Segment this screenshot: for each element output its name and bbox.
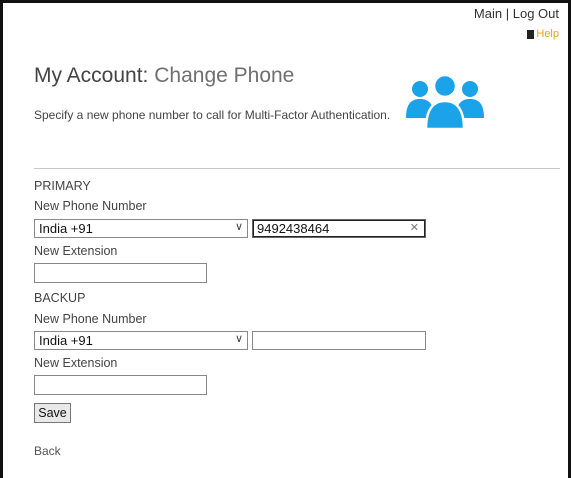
backup-country-select[interactable]: India +91 ∨ bbox=[34, 331, 248, 350]
page-title: My Account: Change Phone bbox=[34, 64, 294, 88]
primary-section-label: PRIMARY bbox=[34, 179, 91, 193]
page-description: Specify a new phone number to call for M… bbox=[34, 108, 391, 122]
backup-extension-label: New Extension bbox=[34, 356, 118, 370]
nav-separator: | bbox=[505, 6, 510, 21]
page-title-main: My Account: bbox=[34, 64, 149, 87]
users-group-icon bbox=[406, 74, 484, 130]
page-title-sub: Change Phone bbox=[154, 64, 295, 87]
backup-phone-label: New Phone Number bbox=[34, 312, 147, 326]
help-icon bbox=[527, 29, 535, 39]
primary-extension-label: New Extension bbox=[34, 244, 118, 258]
chevron-down-icon: ∨ bbox=[234, 333, 243, 345]
backup-country-value: India +91 bbox=[39, 333, 93, 348]
back-link[interactable]: Back bbox=[34, 444, 61, 458]
backup-section-label: BACKUP bbox=[34, 291, 86, 305]
primary-country-value: India +91 bbox=[39, 221, 93, 236]
primary-phone-input[interactable]: 9492438464 ✕ bbox=[252, 219, 426, 238]
close-icon[interactable]: ✕ bbox=[410, 221, 419, 236]
backup-extension-input[interactable] bbox=[34, 375, 207, 395]
logout-link[interactable]: Log Out bbox=[513, 6, 559, 21]
save-button[interactable]: Save bbox=[34, 403, 71, 423]
top-navigation: Main | Log Out bbox=[474, 6, 559, 21]
main-link[interactable]: Main bbox=[474, 6, 502, 21]
section-divider bbox=[34, 168, 560, 169]
help-link[interactable]: Help bbox=[527, 28, 559, 40]
help-label: Help bbox=[536, 28, 559, 40]
chevron-down-icon: ∨ bbox=[234, 221, 243, 233]
primary-phone-label: New Phone Number bbox=[34, 199, 147, 213]
primary-phone-value: 9492438464 bbox=[257, 221, 330, 236]
backup-phone-input[interactable] bbox=[252, 331, 426, 350]
primary-country-select[interactable]: India +91 ∨ bbox=[34, 219, 248, 238]
primary-extension-input[interactable] bbox=[34, 263, 207, 283]
